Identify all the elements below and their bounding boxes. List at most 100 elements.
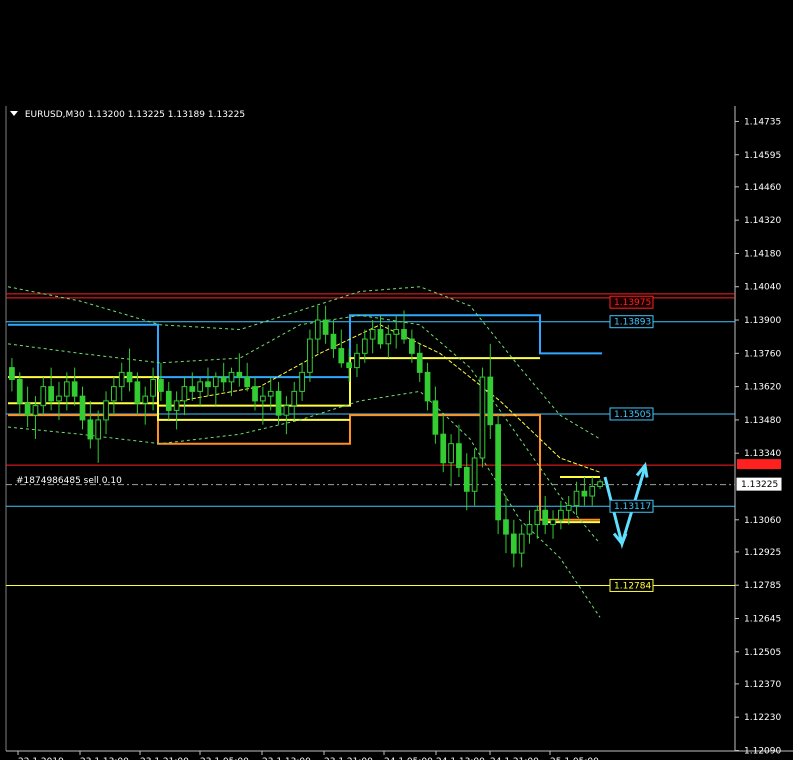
chevron-down-icon[interactable] [10, 111, 18, 116]
candle-body [228, 371, 235, 383]
candle-body [354, 352, 360, 369]
y-tick-label: 1.13760 [744, 349, 781, 359]
low-value: 1.13189 [167, 110, 205, 120]
candle-body [526, 524, 533, 535]
candle-body [181, 386, 188, 402]
candle-body [495, 424, 501, 521]
candle-body [79, 395, 86, 421]
y-tick-label: 1.12505 [744, 648, 781, 658]
candle-body [244, 376, 251, 388]
candle-body [440, 433, 447, 464]
candle-body [275, 390, 282, 416]
y-tick-label: 1.13900 [744, 316, 781, 326]
candle-body [385, 333, 392, 345]
candle-body [173, 400, 180, 411]
candle-body [542, 509, 549, 526]
y-tick-label: 1.12645 [744, 614, 781, 624]
top-toolbar-area [0, 0, 793, 106]
red-price-tag [737, 459, 781, 470]
candle-body [283, 405, 290, 416]
candle-body [16, 378, 23, 404]
candle-body [87, 419, 94, 440]
price-chart[interactable]: 1.14735 1.14595 1.14460 1.14320 1.14180 1.140… [0, 106, 793, 760]
candle-body [581, 490, 588, 497]
y-tick-label: 1.14595 [744, 151, 781, 161]
candle-body [165, 390, 172, 411]
y-tick-label: 1.13060 [744, 516, 781, 526]
candle-body [71, 381, 78, 397]
candle-body [456, 443, 462, 468]
current-price-text: 1.13225 [741, 480, 778, 490]
candle-body [377, 329, 384, 345]
candle-body [401, 329, 407, 340]
candle-body [63, 381, 70, 397]
candle-body [205, 381, 211, 388]
candle-body [252, 386, 258, 402]
candle[interactable] [495, 415, 501, 535]
close-value: 1.13225 [207, 110, 246, 120]
candle-body [40, 386, 47, 407]
candle-body [260, 395, 266, 402]
candle-body [322, 319, 329, 335]
candle-body [142, 395, 149, 404]
candle-body [134, 381, 141, 404]
candle-body [589, 486, 596, 497]
candle-body [448, 443, 454, 464]
candle-body [126, 371, 133, 383]
y-tick-label: 1.12090 [744, 746, 781, 756]
candle-body [432, 400, 439, 435]
y-tick-label: 1.12785 [744, 581, 781, 591]
candle[interactable] [479, 367, 486, 468]
price-level-text: 1.13975 [614, 298, 651, 308]
candle-body [24, 402, 31, 416]
candle-body [503, 519, 509, 535]
candle-body [573, 490, 580, 507]
y-tick-label: 1.14735 [744, 117, 781, 127]
candle-body [409, 338, 415, 354]
candle-body [299, 371, 305, 392]
candle-body [118, 371, 125, 388]
sell-order-label[interactable]: #1874986485 sell 0.10 [16, 476, 122, 486]
candle-body [236, 371, 243, 378]
candle-body [424, 371, 431, 402]
candle-body [212, 376, 219, 388]
candle-body [510, 533, 517, 554]
chart-canvas[interactable]: 1.14735 1.14595 1.14460 1.14320 1.14180 1.140… [0, 106, 793, 760]
candle-body [150, 378, 156, 397]
y-tick-label: 1.14320 [744, 216, 781, 226]
candle-body [346, 362, 352, 369]
price-level-text: 1.13893 [614, 318, 651, 328]
candle-body [48, 386, 54, 402]
symbol-label: EURUSD,M30 [24, 110, 85, 120]
candle-body [597, 481, 603, 488]
candle-body [291, 390, 298, 407]
candle-body [220, 376, 227, 383]
candle-body [9, 367, 15, 380]
candle-body [393, 329, 400, 335]
candle-body [95, 419, 102, 440]
candle-body [565, 505, 572, 511]
y-tick-label: 1.14040 [744, 283, 781, 293]
candle-body [361, 338, 368, 354]
y-tick-label: 1.14460 [744, 183, 781, 193]
y-tick-label: 1.12925 [744, 548, 781, 558]
candle-body [518, 533, 525, 554]
candle-body [416, 352, 423, 373]
high-value: 1.13225 [127, 110, 165, 120]
candle-body [338, 348, 345, 364]
y-tick-label: 1.13340 [744, 449, 781, 459]
open-value: 1.13200 [87, 110, 125, 120]
candle-body [558, 509, 564, 521]
candle-body [487, 376, 494, 426]
price-level-text: 1.12784 [614, 581, 651, 591]
price-level-text: 1.13505 [614, 410, 651, 420]
candle-body [314, 319, 321, 340]
candle-body [197, 381, 203, 392]
candle-body [463, 466, 470, 492]
y-tick-label: 1.14180 [744, 249, 781, 259]
y-tick-label: 1.13620 [744, 383, 781, 393]
chart-header: EURUSD,M30 1.13200 1.13225 1.13189 1.132… [10, 110, 245, 120]
candle-body [471, 457, 478, 492]
candle-body [369, 329, 376, 340]
price-level-text: 1.13117 [614, 502, 651, 512]
